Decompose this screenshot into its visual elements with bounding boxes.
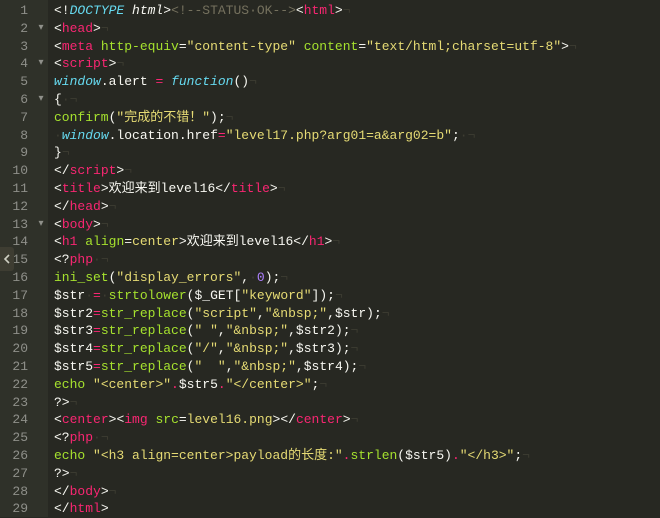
code-line[interactable]: <script>¬ — [54, 55, 660, 73]
fold-marker — [34, 322, 48, 340]
fold-marker[interactable]: ▾ — [34, 91, 48, 109]
code-line[interactable]: window.alert = function()¬ — [54, 73, 660, 91]
fold-marker — [34, 162, 48, 180]
fold-marker — [34, 109, 48, 127]
code-line[interactable]: <?php·¬ — [54, 251, 660, 269]
line-number: 18 — [0, 305, 28, 323]
code-line[interactable]: }¬ — [54, 144, 660, 162]
fold-marker — [34, 144, 48, 162]
code-line[interactable]: $str4=str_replace("/","&nbsp;",$str3);¬ — [54, 340, 660, 358]
code-line[interactable]: <body>¬ — [54, 216, 660, 234]
fold-marker — [34, 73, 48, 91]
line-number: 10 — [0, 162, 28, 180]
code-line[interactable]: $str·=·strtolower($_GET["keyword"]);¬ — [54, 287, 660, 305]
line-number: 24 — [0, 411, 28, 429]
fold-marker — [34, 251, 48, 269]
fold-marker[interactable]: ▾ — [34, 216, 48, 234]
line-number: 7 — [0, 109, 28, 127]
line-number: 4 — [0, 55, 28, 73]
line-number: 21 — [0, 358, 28, 376]
fold-marker — [34, 2, 48, 20]
line-number: 25 — [0, 429, 28, 447]
fold-marker — [34, 411, 48, 429]
fold-marker — [34, 127, 48, 145]
line-number: 13 — [0, 216, 28, 234]
line-number: 6 — [0, 91, 28, 109]
line-number: 2 — [0, 20, 28, 38]
line-number: 3 — [0, 38, 28, 56]
line-number: 27 — [0, 465, 28, 483]
code-line[interactable]: <title>欢迎来到level16</title>¬ — [54, 180, 660, 198]
code-line[interactable]: <h1 align=center>欢迎来到level16</h1>¬ — [54, 233, 660, 251]
code-line[interactable]: </body>¬ — [54, 483, 660, 501]
code-line[interactable]: ?>¬ — [54, 394, 660, 412]
code-line[interactable]: confirm("完成的不错！");¬ — [54, 109, 660, 127]
fold-marker — [34, 465, 48, 483]
fold-marker — [34, 233, 48, 251]
code-area[interactable]: <!DOCTYPE html><!--STATUS·OK--><html>¬<h… — [48, 0, 660, 517]
line-number: 19 — [0, 322, 28, 340]
fold-marker — [34, 376, 48, 394]
code-line[interactable]: <?php·¬ — [54, 429, 660, 447]
chevron-left-icon — [3, 254, 11, 264]
code-line[interactable]: $str3=str_replace(" ","&nbsp;",$str2);¬ — [54, 322, 660, 340]
line-number: 20 — [0, 340, 28, 358]
line-number: 5 — [0, 73, 28, 91]
line-number: 22 — [0, 376, 28, 394]
line-number: 16 — [0, 269, 28, 287]
fold-marker[interactable]: ▾ — [34, 20, 48, 38]
code-line[interactable]: <center><img src=level16.png></center>¬ — [54, 411, 660, 429]
line-number: 28 — [0, 483, 28, 501]
code-line[interactable]: <head>¬ — [54, 20, 660, 38]
code-line[interactable]: echo "<center>".$str5."</center>";¬ — [54, 376, 660, 394]
fold-marker — [34, 340, 48, 358]
code-line[interactable]: $str5=str_replace(" ","&nbsp;",$str4);¬ — [54, 358, 660, 376]
code-line[interactable]: </script>¬ — [54, 162, 660, 180]
code-line[interactable]: <!DOCTYPE html><!--STATUS·OK--><html>¬ — [54, 2, 660, 20]
fold-marker — [34, 500, 48, 518]
code-line[interactable]: <meta http-equiv="content-type" content=… — [54, 38, 660, 56]
line-number: 9 — [0, 144, 28, 162]
line-number: 29 — [0, 500, 28, 518]
code-line[interactable]: {·¬ — [54, 91, 660, 109]
line-number: 11 — [0, 180, 28, 198]
fold-marker — [34, 287, 48, 305]
fold-marker — [34, 358, 48, 376]
line-number: 23 — [0, 394, 28, 412]
code-line[interactable]: </head>¬ — [54, 198, 660, 216]
code-line[interactable]: ?>¬ — [54, 465, 660, 483]
fold-marker — [34, 38, 48, 56]
fold-marker — [34, 483, 48, 501]
line-number: 26 — [0, 447, 28, 465]
line-number: 17 — [0, 287, 28, 305]
code-line[interactable]: ·window.location.href="level17.php?arg01… — [54, 127, 660, 145]
code-line[interactable]: ini_set("display_errors",·0);¬ — [54, 269, 660, 287]
fold-marker — [34, 305, 48, 323]
fold-marker-gutter: ▾ ▾ ▾ ▾ — [34, 0, 48, 517]
fold-marker — [34, 198, 48, 216]
code-line[interactable]: $str2=str_replace("script","&nbsp;",$str… — [54, 305, 660, 323]
fold-marker — [34, 447, 48, 465]
fold-marker — [34, 394, 48, 412]
code-line[interactable]: echo "<h3 align=center>payload的长度:".strl… — [54, 447, 660, 465]
panel-fold-handle[interactable] — [0, 247, 14, 271]
code-line[interactable]: </html> — [54, 500, 660, 518]
fold-marker[interactable]: ▾ — [34, 55, 48, 73]
fold-marker — [34, 429, 48, 447]
fold-marker — [34, 180, 48, 198]
line-number: 12 — [0, 198, 28, 216]
fold-marker — [34, 269, 48, 287]
line-number: 1 — [0, 2, 28, 20]
code-editor: 1234567891011121314151617181920212223242… — [0, 0, 660, 517]
line-number: 8 — [0, 127, 28, 145]
